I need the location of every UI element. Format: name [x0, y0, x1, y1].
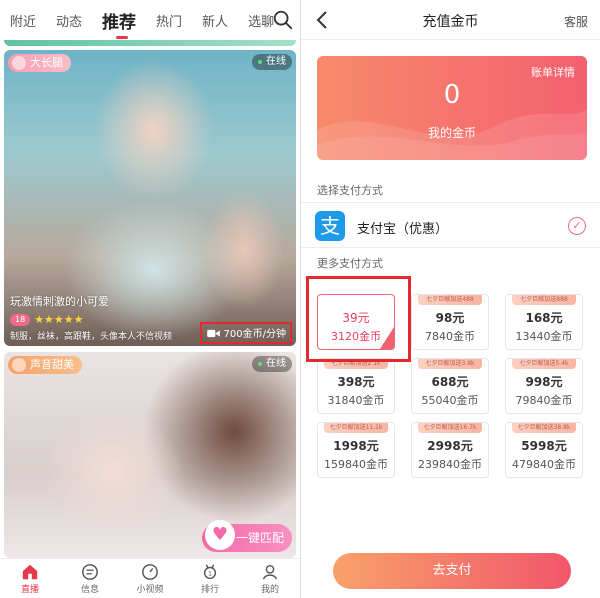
package-coins: 7840金币	[425, 330, 475, 343]
nav-item-live[interactable]: 直播	[0, 559, 60, 598]
package-option[interactable]: 七夕巨献加送16.7k 2998元 239840金币	[411, 422, 489, 478]
tab-newcomers[interactable]: 新人	[202, 11, 228, 30]
package-coins: 31840金币	[327, 394, 385, 407]
package-price: 2998元	[427, 439, 473, 453]
promo-banner: 七夕巨献加送38.8k	[512, 423, 576, 433]
live-feed-screen: 附近 动态 推荐 热门 新人 选聊 大长腿 在线 玩激情刺激的小可爱 18 ★★…	[0, 0, 300, 598]
package-price: 98元	[435, 311, 465, 325]
tab-moments[interactable]: 动态	[56, 11, 82, 30]
heart-icon: ♥	[204, 520, 235, 550]
package-coins: 239840金币	[418, 458, 482, 471]
tab-nearby[interactable]: 附近	[10, 11, 36, 30]
online-badge: 在线	[252, 356, 292, 372]
nav-item-ranking[interactable]: 1 排行	[180, 559, 240, 598]
package-coins: 159840金币	[324, 458, 388, 471]
package-price: 398元	[337, 375, 375, 389]
nav-item-short-video[interactable]: 小视频	[120, 559, 180, 598]
nav-item-messages[interactable]: 信息	[60, 559, 120, 598]
recharge-screen: 充值金币 客服 账单详情 0 我的金币 选择支付方式 支 支付宝（优惠） ✓ 更…	[301, 0, 600, 598]
tag-icon	[12, 358, 26, 372]
promo-banner: 七夕巨献加送488	[418, 295, 482, 305]
star-rating: ★★★★★	[34, 313, 84, 326]
package-option[interactable]: 七夕巨献加送11.1k 1998元 159840金币	[317, 422, 395, 478]
check-icon: ✓	[568, 217, 586, 235]
search-icon[interactable]	[272, 9, 294, 31]
package-option[interactable]: 七夕巨献加送888 168元 13440金币	[505, 294, 583, 350]
streamer-card[interactable]: 声音甜美 在线 ♥ 一键匹配	[4, 352, 296, 558]
payment-method-name: 支付宝（优惠）	[357, 222, 449, 237]
bottom-nav-bar: 直播 信息 小视频 1 排行 我的	[0, 558, 300, 598]
customer-service-link[interactable]: 客服	[564, 13, 588, 30]
more-payment-label: 更多支付方式	[317, 257, 383, 270]
category-tag: 声音甜美	[8, 356, 82, 374]
package-coins: 79840金币	[515, 394, 573, 407]
package-price: 5998元	[521, 439, 567, 453]
package-price: 1998元	[333, 439, 379, 453]
tab-chat-pick[interactable]: 选聊	[248, 11, 274, 30]
promo-banner: 七夕巨献加送888	[512, 295, 576, 305]
home-icon	[22, 564, 38, 579]
package-coins: 479840金币	[512, 458, 576, 471]
tab-recommend[interactable]: 推荐	[102, 8, 136, 39]
package-option[interactable]: 七夕巨献加送38.8k 5998元 479840金币	[505, 422, 583, 478]
package-option[interactable]: 七夕巨献加送488 98元 7840金币	[411, 294, 489, 350]
balance-card: 账单详情 0 我的金币	[317, 56, 587, 160]
header-bar: 充值金币 客服	[301, 0, 600, 40]
page-title: 充值金币	[422, 14, 479, 30]
highlight-box	[306, 276, 411, 362]
video-price: 700金币/分钟	[199, 322, 292, 344]
tab-popular[interactable]: 热门	[156, 11, 182, 30]
promo-banner: 七夕巨献加送5.4k	[512, 359, 576, 369]
category-tag: 大长腿	[8, 54, 71, 72]
message-icon	[82, 563, 98, 580]
select-payment-label: 选择支付方式	[317, 184, 383, 197]
package-option[interactable]: 七夕巨献加送3.8k 688元 55040金币	[411, 358, 489, 414]
package-price: 998元	[525, 375, 563, 389]
coin-balance: 0	[443, 80, 461, 110]
balance-label: 我的金币	[427, 126, 476, 140]
package-option[interactable]: 七夕巨献加送2.1k 398元 31840金币	[317, 358, 395, 414]
package-coins: 13440金币	[515, 330, 573, 343]
svg-text:1: 1	[208, 570, 212, 577]
package-option[interactable]: 七夕巨献加送5.4k 998元 79840金币	[505, 358, 583, 414]
level-badge: 18	[10, 313, 31, 326]
card-title: 玩激情刺激的小可爱	[10, 295, 109, 308]
ranking-icon: 1	[203, 563, 217, 579]
package-price: 688元	[431, 375, 469, 389]
nav-item-profile[interactable]: 我的	[240, 559, 300, 598]
banner-strip	[4, 40, 296, 46]
pay-button[interactable]: 去支付	[333, 553, 571, 589]
profile-icon	[262, 564, 278, 579]
promo-banner: 七夕巨献加送11.1k	[324, 423, 388, 433]
alipay-icon: 支	[315, 211, 345, 241]
video-camera-icon	[206, 329, 220, 338]
promo-banner: 七夕巨献加送3.8k	[418, 359, 482, 369]
quick-match-button[interactable]: ♥ 一键匹配	[201, 520, 292, 552]
video-icon	[142, 563, 158, 580]
tag-icon	[12, 56, 26, 70]
streamer-card[interactable]: 大长腿 在线 玩激情刺激的小可爱 18 ★★★★★ 制服，丝袜，高跟鞋，头像本人…	[4, 50, 296, 346]
package-coins: 55040金币	[421, 394, 479, 407]
package-price: 168元	[525, 311, 563, 325]
online-badge: 在线	[252, 54, 292, 70]
top-tab-bar: 附近 动态 推荐 热门 新人 选聊	[0, 0, 300, 40]
promo-banner: 七夕巨献加送16.7k	[418, 423, 482, 433]
bill-details-link[interactable]: 账单详情	[531, 64, 575, 80]
payment-option-alipay[interactable]: 支 支付宝（优惠） ✓	[301, 202, 600, 248]
